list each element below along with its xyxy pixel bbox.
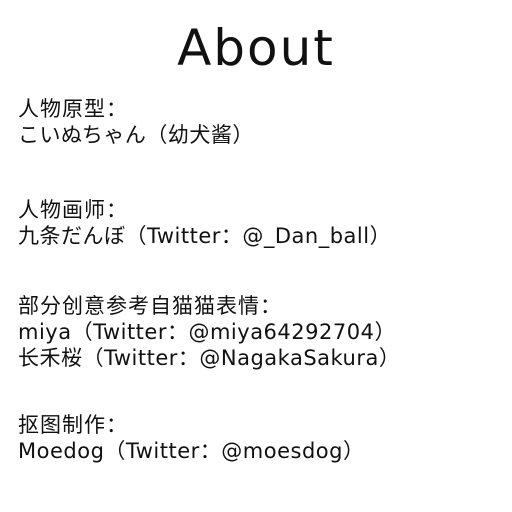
page-title: About	[177, 19, 335, 77]
cutout-production-value: Moedog（Twitter：@moesdog）	[18, 439, 365, 463]
cutout-production-section: 抠图制作： Moedog（Twitter：@moesdog）	[18, 412, 506, 464]
character-artist-section: 人物画师： 九条だんぼ（Twitter：@_Dan_ball）	[18, 197, 506, 249]
character-original-value: こいぬちゃん（幼犬酱）	[18, 123, 254, 147]
about-page: About 人物原型： こいぬちゃん（幼犬酱） 人物画师： 九条だんぼ（Twit…	[0, 0, 512, 512]
creative-reference-value-2: 长禾桜（Twitter：@NagakaSakura）	[18, 346, 401, 370]
character-artist-value: 九条だんぼ（Twitter：@_Dan_ball）	[18, 224, 392, 248]
creative-reference-section: 部分创意参考自猫猫表情： miya（Twitter：@miya64292704）…	[18, 293, 506, 371]
character-artist-label: 人物画师：	[18, 198, 128, 222]
cutout-production-label: 抠图制作：	[18, 413, 128, 437]
creative-reference-value-1: miya（Twitter：@miya64292704）	[18, 320, 396, 344]
character-original-section: 人物原型： こいぬちゃん（幼犬酱）	[18, 96, 506, 148]
creative-reference-label: 部分创意参考自猫猫表情：	[18, 294, 282, 318]
character-original-label: 人物原型：	[18, 97, 128, 121]
